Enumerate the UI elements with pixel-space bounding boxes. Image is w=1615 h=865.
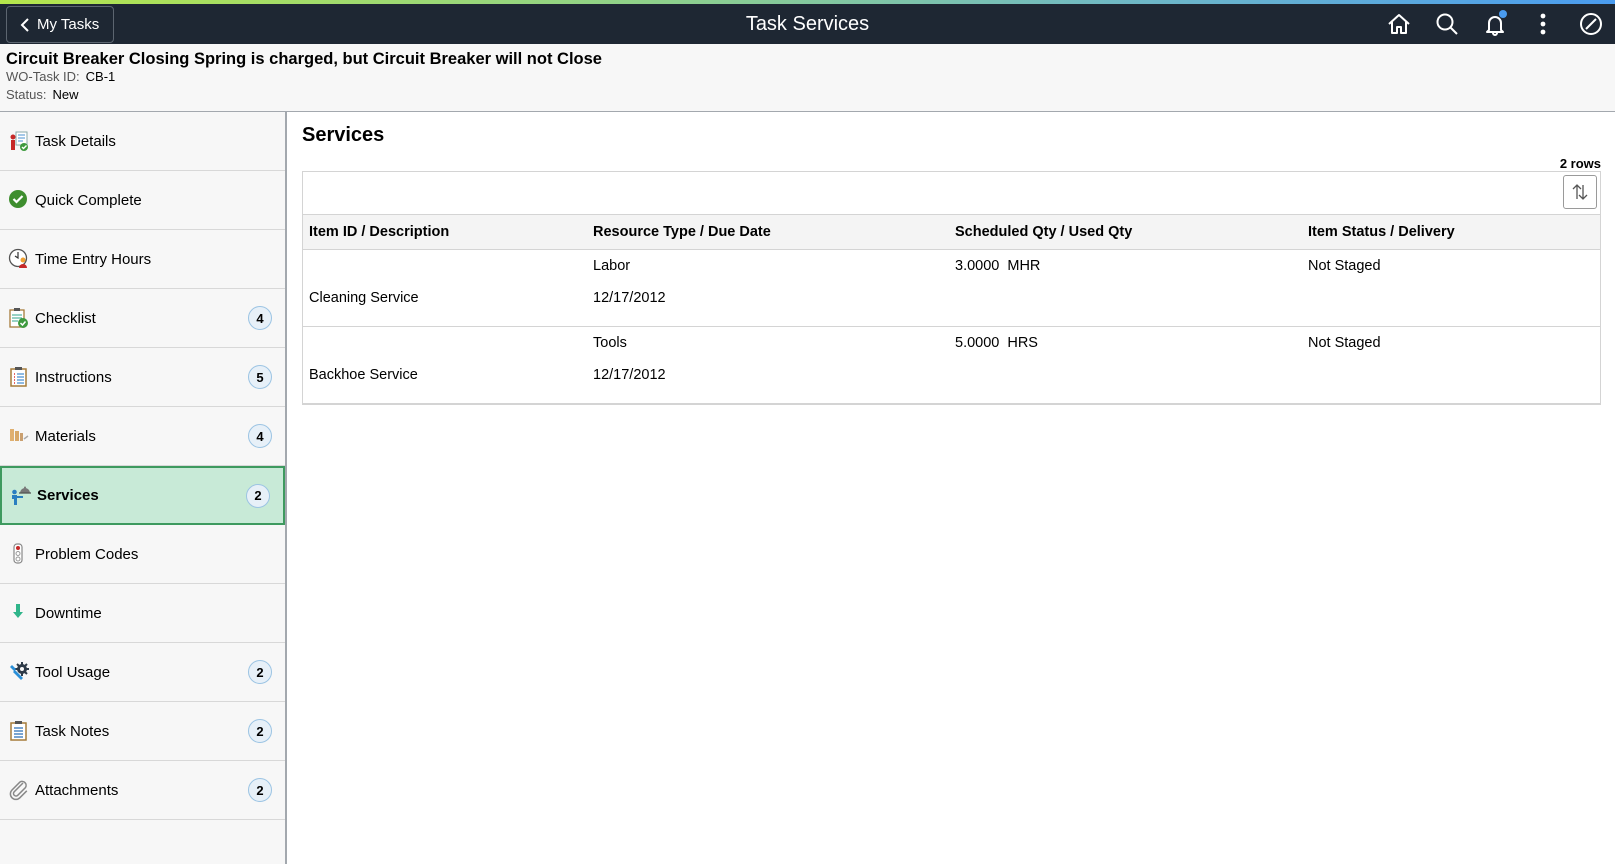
task-status-label: Status: — [6, 87, 47, 102]
clipboard-list-icon — [10, 367, 27, 387]
qty-unit: HRS — [1007, 334, 1038, 351]
item-status: Not Staged — [1308, 334, 1381, 351]
resource-type: Labor — [593, 257, 631, 274]
services-grid: Item ID / Description Resource Type / Du… — [302, 171, 1601, 405]
materials-count-badge: 4 — [248, 424, 272, 448]
sidebar-item-task-details[interactable]: Task Details — [0, 112, 285, 171]
task-id-label: WO-Task ID: — [6, 69, 80, 84]
due-date: 12/17/2012 — [593, 289, 666, 306]
sidebar-item-task-notes[interactable]: Task Notes 2 — [0, 702, 285, 761]
sidebar-item-label: Checklist — [35, 309, 96, 327]
table-header-row: Item ID / Description Resource Type / Du… — [303, 215, 1600, 250]
page-header-title: Task Services — [745, 13, 870, 35]
sidebar-item-time-entry-hours[interactable]: Time Entry Hours — [0, 230, 285, 289]
task-sidebar: Task Details Quick Complete Time Entry H… — [0, 112, 287, 864]
sidebar-item-instructions[interactable]: Instructions 5 — [0, 348, 285, 407]
sidebar-item-quick-complete[interactable]: Quick Complete — [0, 171, 285, 230]
services-content: Services 2 rows Item ID / Description Re… — [287, 112, 1615, 864]
task-status-row: Status: New — [6, 86, 1609, 104]
task-id-row: WO-Task ID: CB-1 — [6, 68, 1609, 86]
grid-toolbar — [303, 172, 1600, 215]
task-details-icon — [10, 131, 28, 151]
sidebar-item-label: Materials — [35, 427, 96, 445]
sidebar-item-services[interactable]: Services 2 — [0, 466, 285, 525]
item-id — [309, 250, 581, 282]
down-arrow-icon — [13, 604, 23, 618]
more-options-button[interactable] — [1519, 4, 1567, 44]
column-header-resource[interactable]: Resource Type / Due Date — [587, 215, 949, 250]
sidebar-item-label: Problem Codes — [35, 545, 139, 563]
navigator-button[interactable] — [1567, 4, 1615, 44]
home-button[interactable] — [1375, 4, 1423, 44]
resource-type: Tools — [593, 334, 627, 351]
sidebar-item-problem-codes[interactable]: Problem Codes — [0, 525, 285, 584]
notes-clipboard-icon — [10, 721, 27, 741]
sidebar-item-label: Quick Complete — [35, 191, 142, 209]
sidebar-item-label: Task Details — [35, 132, 116, 150]
services-title: Services — [302, 124, 385, 146]
sidebar-item-label: Task Notes — [35, 722, 110, 740]
traffic-light-icon — [13, 543, 23, 564]
materials-icon — [10, 429, 29, 441]
sidebar-item-attachments[interactable]: Attachments 2 — [0, 761, 285, 820]
sidebar-item-checklist[interactable]: Checklist 4 — [0, 289, 285, 348]
checklist-count-badge: 4 — [248, 306, 272, 330]
search-button[interactable] — [1423, 4, 1471, 44]
sidebar-item-downtime[interactable]: Downtime — [0, 584, 285, 643]
instructions-count-badge: 5 — [248, 365, 272, 389]
sidebar-item-label: Tool Usage — [35, 663, 111, 681]
checklist-icon — [9, 308, 28, 328]
item-status: Not Staged — [1308, 257, 1381, 274]
task-title: Circuit Breaker Closing Spring is charge… — [6, 50, 602, 68]
scheduled-qty: 5.0000 HRS — [955, 327, 1296, 359]
notification-dot — [1499, 10, 1507, 18]
search-icon — [1436, 13, 1458, 35]
compass-icon — [1580, 13, 1602, 35]
home-icon — [1388, 14, 1410, 34]
due-date: 12/17/2012 — [593, 366, 666, 383]
notifications-button[interactable] — [1471, 4, 1519, 44]
item-id — [309, 327, 581, 359]
services-count-badge: 2 — [246, 483, 270, 508]
waiter-service-icon — [12, 486, 31, 505]
services-table: Item ID / Description Resource Type / Du… — [303, 215, 1600, 404]
qty-value: 5.0000 — [955, 334, 1000, 351]
table-row[interactable]: Cleaning Service Labor 12/17/2012 3.0000 M… — [303, 249, 1600, 327]
clock-person-icon — [8, 248, 28, 268]
attachments-count-badge: 2 — [248, 778, 272, 802]
tool-usage-count-badge: 2 — [248, 660, 272, 684]
task-summary: Circuit Breaker Closing Spring is charge… — [0, 44, 1615, 112]
back-button-label: My Tasks — [37, 16, 100, 33]
kebab-menu-icon — [1540, 13, 1546, 35]
sidebar-item-tool-usage[interactable]: Tool Usage 2 — [0, 643, 285, 702]
sidebar-item-label: Services — [37, 487, 99, 504]
task-notes-count-badge: 2 — [248, 719, 272, 743]
scheduled-qty: 3.0000 MHR — [955, 250, 1296, 282]
app-header: My Tasks Task Services — [0, 4, 1615, 44]
qty-value: 3.0000 — [955, 257, 1000, 274]
sidebar-item-label: Time Entry Hours — [35, 250, 152, 268]
sidebar-item-label: Instructions — [35, 368, 112, 386]
back-to-my-tasks-button[interactable]: My Tasks — [6, 6, 115, 43]
check-circle-icon — [9, 190, 27, 208]
item-description: Cleaning Service — [309, 289, 419, 306]
row-count: 2 rows — [1559, 156, 1601, 171]
item-description: Backhoe Service — [309, 366, 418, 383]
sort-arrows-icon — [1572, 184, 1588, 200]
task-id-value: CB-1 — [85, 69, 116, 84]
wrench-gear-icon — [10, 662, 29, 680]
column-header-item[interactable]: Item ID / Description — [303, 215, 587, 250]
sort-button[interactable] — [1563, 175, 1597, 209]
column-header-qty[interactable]: Scheduled Qty / Used Qty — [949, 215, 1302, 250]
sidebar-item-label: Downtime — [35, 604, 102, 622]
column-header-status[interactable]: Item Status / Delivery — [1302, 215, 1600, 250]
table-row[interactable]: Backhoe Service Tools 12/17/2012 5.0000 HR… — [303, 326, 1600, 404]
task-status-value: New — [52, 87, 79, 102]
chevron-left-icon — [20, 17, 29, 32]
qty-unit: MHR — [1007, 257, 1041, 274]
paperclip-icon — [9, 780, 28, 801]
sidebar-item-label: Attachments — [35, 781, 119, 799]
sidebar-item-materials[interactable]: Materials 4 — [0, 407, 285, 466]
